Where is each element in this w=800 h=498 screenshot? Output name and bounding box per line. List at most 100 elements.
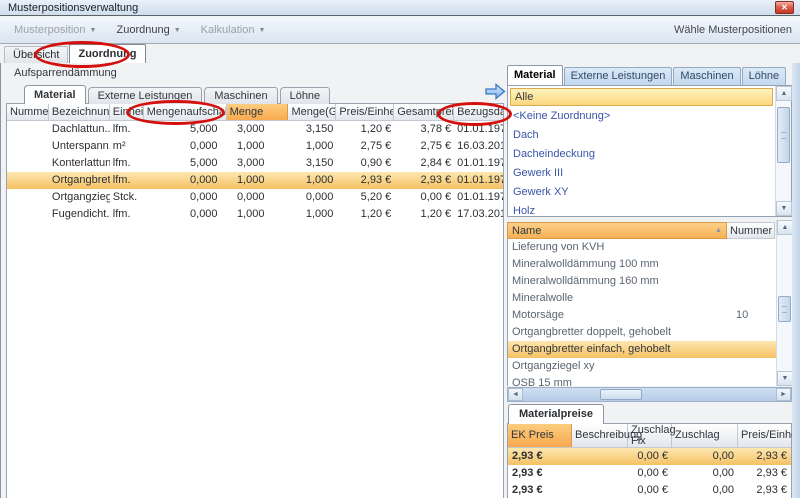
list-item-label: Gewerk XY xyxy=(513,186,569,198)
cell-menge-gesamt: 3,150 xyxy=(288,121,336,138)
list-item[interactable]: Dacheindeckung xyxy=(509,145,774,164)
cell-zuschlag: 0,00 xyxy=(672,482,738,498)
list-item[interactable]: Alle xyxy=(510,88,773,106)
tab[interactable]: Löhne xyxy=(742,67,787,85)
tab[interactable]: Maschinen xyxy=(673,67,740,85)
scroll-up-icon[interactable]: ▲ xyxy=(776,86,792,101)
close-button[interactable]: ✕ xyxy=(775,1,794,14)
tab[interactable]: Externe Leistungen xyxy=(564,67,673,85)
scrollbar-thumb[interactable] xyxy=(600,389,642,400)
tab[interactable]: Maschinen xyxy=(204,87,277,104)
prices-table-body: 2,93 € 0,00 € 0,00 2,93 € 2,93 € 0,00 € … xyxy=(508,448,791,498)
menu-item[interactable]: Zuordnung ▼ xyxy=(106,20,190,40)
list-item[interactable]: Ortgangziegel xy xyxy=(508,358,776,375)
cell-menge-gesamt: 1,000 xyxy=(288,206,336,223)
list-item[interactable]: Mineralwolldämmung 160 mm xyxy=(508,273,776,290)
table-row[interactable]: Dachlattun... lfm. 5,000 3,000 3,150 1,2… xyxy=(7,121,503,138)
menu-item-label: Zuordnung xyxy=(116,24,169,36)
list-item[interactable]: Holz xyxy=(509,202,774,215)
cell-preis-einheit: 2,93 € xyxy=(738,448,791,465)
table-row[interactable]: Konterlattun... lfm. 5,000 3,000 3,150 0… xyxy=(7,155,503,172)
list-item[interactable]: Gewerk III xyxy=(509,164,774,183)
material-nummer xyxy=(728,375,776,386)
list-item[interactable]: Dach xyxy=(509,126,774,145)
titlebar: Musterpositionsverwaltung ✕ xyxy=(0,0,800,16)
price-row[interactable]: 2,93 € 0,00 € 0,00 2,93 € xyxy=(508,482,791,498)
groups-scrollbar[interactable]: ▲ ▼ xyxy=(775,86,791,216)
menu-item[interactable]: Musterposition ▼ xyxy=(4,20,106,40)
list-item[interactable]: Ortgangbretter einfach, gehobelt xyxy=(508,341,776,358)
cell-beschreibung xyxy=(572,482,628,498)
list-item[interactable]: Gewerk XY xyxy=(509,183,774,202)
column-header-zuschlag-fix[interactable]: Zuschlag Fix xyxy=(628,424,672,447)
material-name: Mineralwolldämmung 160 mm xyxy=(508,273,728,290)
price-row[interactable]: 2,93 € 0,00 € 0,00 2,93 € xyxy=(508,448,791,465)
tab[interactable]: Material xyxy=(24,85,86,104)
scroll-down-icon[interactable]: ▼ xyxy=(777,371,793,386)
cell-ek-preis: 2,93 € xyxy=(508,482,572,498)
materialpreise-tab[interactable]: Materialpreise xyxy=(508,404,604,424)
cell-menge: 1,000 xyxy=(227,138,289,155)
column-header-nummer[interactable]: Nummer xyxy=(7,104,49,120)
column-header-ek-preis[interactable]: EK Preis xyxy=(508,424,572,447)
window-title: Musterpositionsverwaltung xyxy=(8,2,138,14)
list-item[interactable]: Mineralwolldämmung 100 mm xyxy=(508,256,776,273)
materials-scrollbar[interactable]: ▲ ▼ xyxy=(776,220,792,386)
scrollbar-thumb[interactable] xyxy=(777,107,790,163)
list-item[interactable]: Mineralwolle xyxy=(508,290,776,307)
column-header-bezeichnung[interactable]: Bezeichnung xyxy=(49,104,110,120)
column-header-preis-einheit[interactable]: Preis/Einheit xyxy=(336,104,394,120)
menu-item[interactable]: Kalkulation ▼ xyxy=(191,20,276,40)
price-row[interactable]: 2,93 € 0,00 € 0,00 2,93 € xyxy=(508,465,791,482)
table-row[interactable]: Ortgangbret... lfm. 0,000 1,000 1,000 2,… xyxy=(7,172,503,189)
column-header-menge-gesamt[interactable]: Menge(Gesam xyxy=(288,104,336,120)
tab-label: Maschinen xyxy=(214,90,267,102)
column-header-name[interactable]: Name ▲ xyxy=(507,222,727,239)
group-label: Aufsparrendämmung xyxy=(14,67,117,79)
scroll-up-icon[interactable]: ▲ xyxy=(777,220,793,235)
cell-einheit: m² xyxy=(110,138,144,155)
positions-table-header: Nummer Bezeichnung Einheit Mengenaufscha… xyxy=(7,104,503,121)
list-item-label: Dacheindeckung xyxy=(513,148,595,160)
cell-menge: 3,000 xyxy=(227,121,289,138)
column-header-menge[interactable]: Menge xyxy=(227,104,289,120)
column-header-nummer[interactable]: Nummer xyxy=(727,222,775,239)
cell-menge: 1,000 xyxy=(227,172,289,189)
scroll-down-icon[interactable]: ▼ xyxy=(776,201,792,216)
column-header-beschreibung[interactable]: Beschreibung xyxy=(572,424,628,447)
cell-einheit: Stck. xyxy=(110,189,144,206)
cell-bezeichnung: Dachlattun... xyxy=(49,121,110,138)
list-item[interactable]: Lieferung von KVH xyxy=(508,239,776,256)
scrollbar-thumb[interactable] xyxy=(778,296,791,322)
cell-beschreibung xyxy=(572,448,628,465)
window-edge xyxy=(792,44,800,498)
material-name: Motorsäge xyxy=(508,307,728,324)
cell-bezugsdatum: 17.03.2015 ... xyxy=(454,206,503,223)
column-header-preis-einheit[interactable]: Preis/Einheit xyxy=(738,424,791,447)
cell-preis-einheit: 2,93 € xyxy=(738,482,791,498)
table-row[interactable]: Ortgangzieg... Stck. 0,000 0,000 0,000 5… xyxy=(7,189,503,206)
table-row[interactable]: Unterspann... m² 0,000 1,000 1,000 2,75 … xyxy=(7,138,503,155)
cell-nummer xyxy=(7,155,49,172)
list-item[interactable]: <Keine Zuordnung> xyxy=(509,107,774,126)
cell-bezeichnung: Ortgangzieg... xyxy=(49,189,110,206)
waehle-musterpositionen-button[interactable]: Wähle Musterpositionen xyxy=(674,24,792,36)
table-row[interactable]: Fugendicht... lfm. 0,000 1,000 1,000 1,2… xyxy=(7,206,503,223)
scroll-left-icon[interactable]: ◄ xyxy=(508,388,523,401)
scroll-right-icon[interactable]: ► xyxy=(776,388,791,401)
tab[interactable]: Material xyxy=(507,65,563,85)
annotation-circle-bezugsdatum xyxy=(437,102,512,126)
list-item[interactable]: OSB 15 mm xyxy=(508,375,776,386)
cell-mengenaufschlag: 0,000 xyxy=(144,138,227,155)
cell-bezeichnung: Unterspann... xyxy=(49,138,110,155)
cell-bezugsdatum: 16.03.2015 ... xyxy=(454,138,503,155)
cell-nummer xyxy=(7,172,49,189)
list-item[interactable]: Ortgangbretter doppelt, gehobelt xyxy=(508,324,776,341)
column-header-zuschlag[interactable]: Zuschlag xyxy=(672,424,738,447)
materials-hscrollbar[interactable]: ◄ ► xyxy=(507,387,792,402)
list-item[interactable]: Motorsäge 10 xyxy=(508,307,776,324)
cell-nummer xyxy=(7,138,49,155)
menu-item-label: Kalkulation xyxy=(201,24,255,36)
tab[interactable]: Löhne xyxy=(280,87,331,104)
material-name: Ortgangbretter einfach, gehobelt xyxy=(508,341,728,358)
